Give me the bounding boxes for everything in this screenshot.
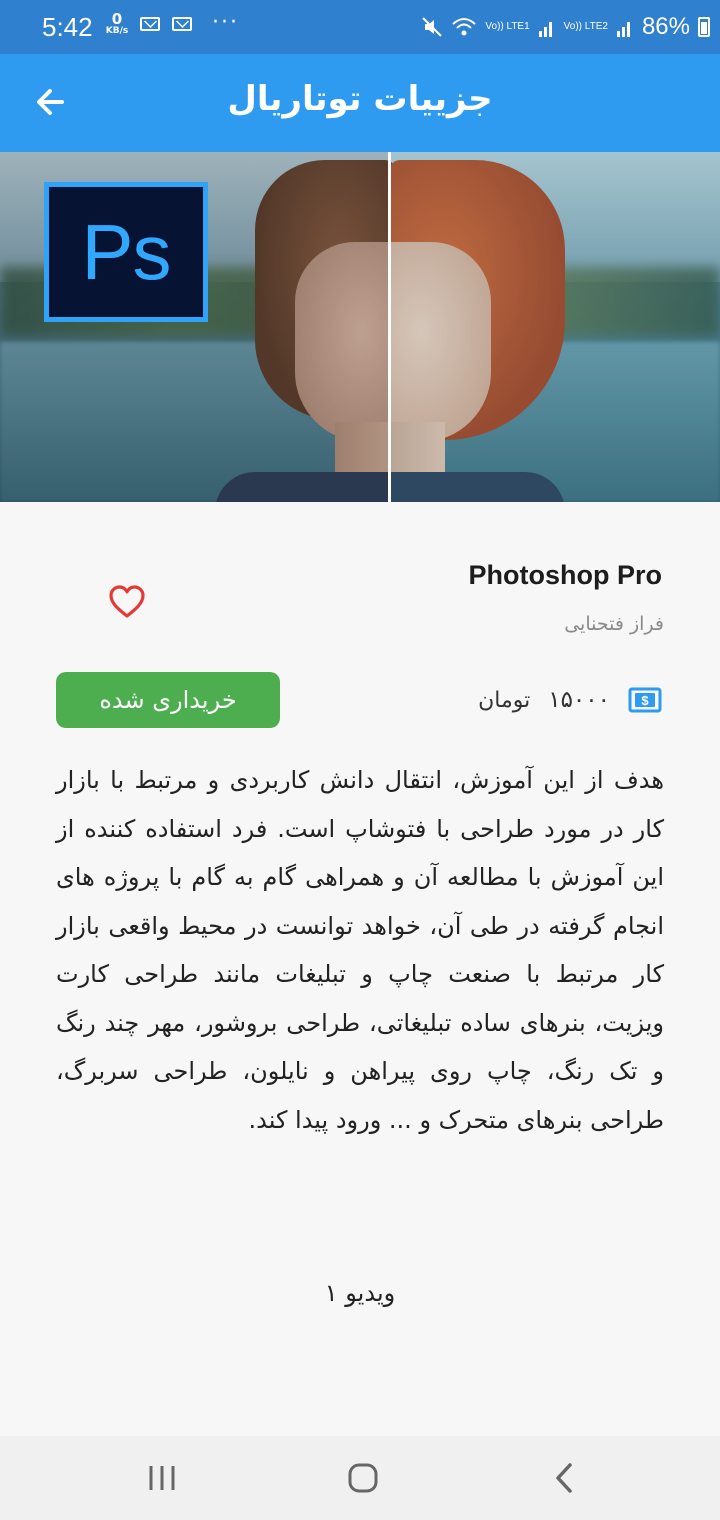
wifi-icon	[452, 18, 477, 36]
heart-outline-icon[interactable]	[108, 584, 146, 620]
signal-icon	[538, 22, 552, 37]
signal-icon	[616, 22, 630, 37]
overflow-icon: ···	[212, 10, 239, 35]
dollar-icon: $	[628, 687, 662, 713]
back-icon[interactable]	[545, 1458, 585, 1498]
purchased-button[interactable]: خریداری شده	[56, 672, 280, 728]
cover-after-overlay	[391, 152, 720, 502]
status-bar: 5:42 0 KB/s ··· Vo)) LTE1 Vo)) LTE2 86%	[0, 0, 720, 54]
course-title: Photoshop Pro	[468, 560, 662, 590]
course-description: هدف از این آموزش، انتقال دانش کاربردی و …	[56, 766, 664, 1134]
recent-apps-icon[interactable]	[142, 1458, 182, 1498]
system-nav-bar	[0, 1436, 720, 1520]
sim2-label: Vo)) LTE2	[563, 21, 608, 32]
battery-percent: 86%	[641, 13, 690, 40]
video-list-item[interactable]: ویدیو ۱	[0, 1279, 720, 1307]
before-after-divider	[388, 152, 391, 502]
mute-icon	[422, 17, 443, 37]
instructor-name: فراز فتحنایی	[564, 613, 664, 635]
home-icon[interactable]	[343, 1458, 383, 1498]
battery-icon	[698, 17, 710, 37]
mail-icon	[140, 17, 160, 31]
price-currency: تومان	[478, 687, 531, 713]
status-time: 5:42	[42, 12, 93, 42]
app-bar: جزییات توتاریال	[0, 54, 720, 152]
network-speed-value: 0	[111, 10, 123, 28]
network-speed-unit: KB/s	[105, 26, 129, 36]
price-value: ۱۵۰۰۰	[548, 687, 610, 713]
network-speed: 0 KB/s	[102, 12, 132, 36]
sim1-label: Vo)) LTE1	[485, 21, 530, 32]
price-row: $ ۱۵۰۰۰ تومان	[478, 682, 662, 718]
svg-text:$: $	[641, 693, 649, 708]
mail-icon	[172, 17, 192, 31]
course-cover-image: Ps	[0, 152, 720, 502]
page-title: جزییات توتاریال	[227, 79, 493, 119]
status-right-group: Vo)) LTE1 Vo)) LTE2 86%	[421, 8, 710, 46]
photoshop-logo: Ps	[44, 182, 208, 322]
